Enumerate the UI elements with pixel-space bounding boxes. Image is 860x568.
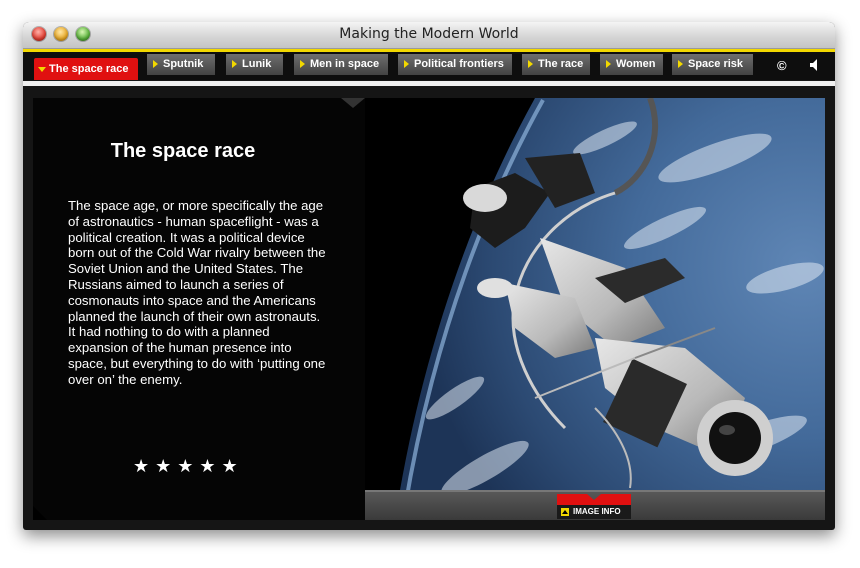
tab-political-frontiers[interactable]: Political frontiers bbox=[398, 54, 512, 75]
chevron-right-icon bbox=[232, 60, 237, 68]
title-bar: Making the Modern World bbox=[23, 22, 835, 49]
astronaut-photo bbox=[365, 98, 825, 520]
page-title: The space race bbox=[110, 140, 256, 162]
tab-the-space-race[interactable]: The space race bbox=[34, 58, 138, 80]
tab-label: Sputnik bbox=[163, 58, 204, 70]
tab-label: Political frontiers bbox=[414, 58, 504, 70]
chevron-right-icon bbox=[153, 60, 158, 68]
chevron-right-icon bbox=[528, 60, 533, 68]
tab-the-race[interactable]: The race bbox=[522, 54, 590, 75]
image-info-button[interactable]: IMAGE INFO bbox=[557, 494, 631, 520]
chevron-down-icon bbox=[38, 67, 46, 72]
content-area: The space race The space age, or more sp… bbox=[33, 98, 825, 520]
star-rating: ★★★★★ bbox=[133, 456, 244, 476]
tab-label: Women bbox=[616, 58, 656, 70]
spacewalk-image bbox=[365, 98, 825, 520]
chevron-right-icon bbox=[606, 60, 611, 68]
tab-sputnik[interactable]: Sputnik bbox=[147, 54, 215, 75]
article-text: The space age, or more specifically the … bbox=[68, 198, 326, 387]
app-window: Making the Modern World The space race S… bbox=[23, 22, 835, 530]
tab-label: The space race bbox=[49, 63, 129, 75]
panel-notch bbox=[341, 98, 365, 108]
tab-label: Space risk bbox=[688, 58, 744, 70]
tab-label: Lunik bbox=[242, 58, 272, 70]
text-panel: The space race The space age, or more sp… bbox=[33, 98, 365, 520]
chevron-up-icon bbox=[561, 508, 569, 516]
image-info-label-box: IMAGE INFO bbox=[557, 505, 631, 519]
speaker-icon[interactable] bbox=[809, 58, 821, 75]
nav-divider bbox=[23, 81, 835, 86]
chevron-right-icon bbox=[300, 60, 305, 68]
tab-lunik[interactable]: Lunik bbox=[226, 54, 283, 75]
tab-label: Men in space bbox=[310, 58, 380, 70]
window-title: Making the Modern World bbox=[339, 26, 519, 42]
tab-label: The race bbox=[538, 58, 584, 70]
chevron-right-icon bbox=[404, 60, 409, 68]
copyright-button[interactable]: © bbox=[777, 58, 787, 73]
tab-women[interactable]: Women bbox=[600, 54, 663, 75]
tab-space-risk[interactable]: Space risk bbox=[672, 54, 753, 75]
tab-men-in-space[interactable]: Men in space bbox=[294, 54, 388, 75]
section-nav: The space race Sputnik Lunik Men in spac… bbox=[23, 52, 835, 80]
image-info-label: IMAGE INFO bbox=[573, 507, 621, 516]
caption-bar-edge bbox=[365, 490, 825, 492]
chevron-right-icon bbox=[678, 60, 683, 68]
